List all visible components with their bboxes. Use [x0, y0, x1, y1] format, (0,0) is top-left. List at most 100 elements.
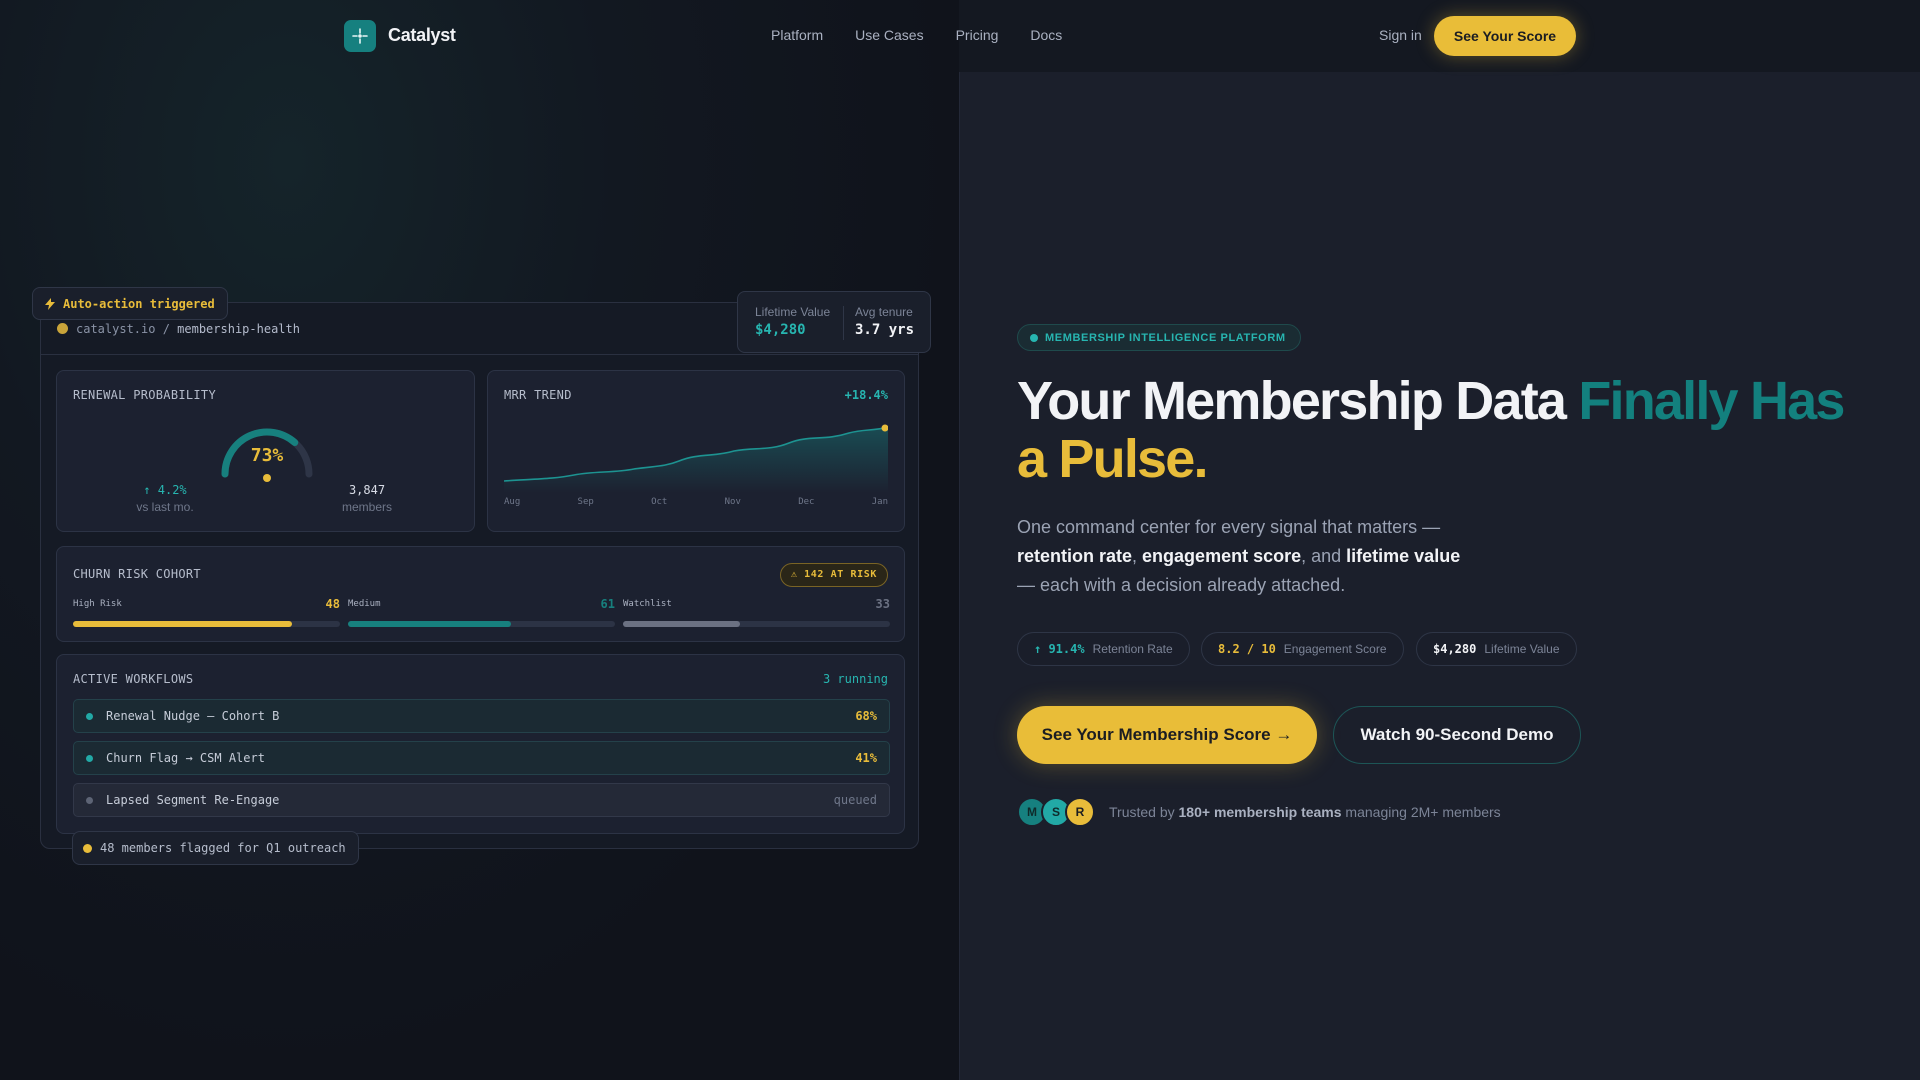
workflows-running: 3 running [822, 672, 888, 686]
retention-term: retention rate [1017, 546, 1133, 566]
catalyst-logo-icon[interactable] [344, 20, 376, 52]
renewal-delta-label: vs last mo. [136, 500, 194, 514]
flagged-members-toast: 48 members flagged for Q1 outreach [72, 831, 359, 865]
subtitle-line-1: One command center for every signal that… [1017, 517, 1441, 537]
at-risk-badge[interactable]: ⚠ 142 AT RISK [779, 563, 888, 587]
badge-dot-icon [1030, 333, 1038, 342]
mrr-month-label: Jan [871, 497, 888, 507]
mrr-month-label: Aug [504, 497, 521, 507]
workflow-status-dot-icon [86, 797, 93, 804]
see-membership-score-button[interactable]: See Your Membership Score → [1017, 706, 1317, 764]
trusted-post: managing 2M+ members [1341, 804, 1501, 820]
nav-links: Platform Use Cases Pricing Docs [771, 27, 1062, 43]
workflow-status: queued [833, 793, 877, 807]
headline-part-1: Your Membership Data [1017, 371, 1579, 431]
trusted-bold: 180+ membership teams [1178, 804, 1342, 820]
trusted-pre: Trusted by [1109, 804, 1179, 820]
segment-fill [348, 621, 511, 627]
tenure-value: 3.7 yrs [855, 322, 915, 338]
divider [843, 306, 844, 340]
breadcrumb-host: catalyst.io / [76, 321, 178, 336]
stat-lifetime-label: Lifetime Value [1484, 642, 1560, 656]
status-dot-icon [57, 323, 68, 334]
subtitle-sep-2: , and [1301, 546, 1347, 566]
workflow-row[interactable]: Lapsed Segment Re-Engage queued [73, 783, 890, 817]
nav-link-use-cases[interactable]: Use Cases [855, 27, 923, 43]
trusted-by-text: Trusted by 180+ membership teams managin… [1109, 804, 1501, 820]
active-workflows-card: ACTIVE WORKFLOWS 3 running Renewal Nudge… [56, 654, 905, 834]
churn-title: CHURN RISK COHORT [73, 567, 201, 581]
mrr-month-label: Oct [651, 497, 668, 507]
see-your-score-button[interactable]: See Your Score [1434, 16, 1576, 56]
segment-track [623, 621, 890, 627]
segment-count: 33 [875, 597, 890, 611]
mrr-month-label: Nov [724, 497, 741, 507]
gauge-marker [263, 474, 271, 482]
auto-action-label: Auto-action triggered [63, 296, 215, 311]
sign-in-link[interactable]: Sign in [1379, 27, 1422, 43]
segment-count: 61 [600, 597, 615, 611]
renewal-members: 3,847 [348, 483, 386, 497]
flag-dot-icon [83, 843, 92, 853]
badge-label: MEMBERSHIP INTELLIGENCE PLATFORM [1045, 331, 1286, 344]
stat-pill-retention: ↑ 91.4% Retention Rate [1017, 632, 1190, 666]
stat-retention-label: Retention Rate [1092, 642, 1173, 656]
segment-label: Watchlist [623, 599, 672, 609]
lifetime-value-card: Lifetime Value $4,280 Avg tenure 3.7 yrs [737, 291, 931, 353]
renewal-title: RENEWAL PROBABILITY [73, 388, 216, 402]
workflow-row[interactable]: Renewal Nudge — Cohort B 68% [73, 699, 890, 733]
dashboard-preview: catalyst.io / membership-health RENEWAL … [40, 302, 919, 849]
nav-link-pricing[interactable]: Pricing [956, 27, 999, 43]
workflow-name: Renewal Nudge — Cohort B [106, 709, 280, 723]
lightning-icon [45, 297, 55, 310]
headline-part-2: Finally Has [1578, 371, 1845, 431]
mrr-title: MRR TREND [504, 388, 572, 402]
renewal-probability-card: RENEWAL PROBABILITY 73% ↑ 4.2% vs last m… [56, 370, 475, 532]
engagement-term: engagement score [1142, 546, 1302, 566]
lifetime-value: $4,280 [755, 322, 806, 338]
mrr-month-label: Dec [798, 497, 815, 507]
top-nav: Catalyst Platform Use Cases Pricing Docs… [0, 0, 1920, 72]
platform-badge: MEMBERSHIP INTELLIGENCE PLATFORM [1017, 324, 1301, 351]
nav-link-docs[interactable]: Docs [1030, 27, 1062, 43]
mrr-sparkline [504, 424, 888, 493]
segment-label: Medium [348, 599, 381, 609]
churn-segment: Medium 61 [348, 597, 615, 627]
renewal-percent: 73% [250, 445, 284, 466]
mrr-trend-card: MRR TREND +18.4% Aug Sep Oct Nov Dec Jan [487, 370, 905, 532]
segment-count: 48 [325, 597, 340, 611]
churn-segment: Watchlist 33 [623, 597, 890, 627]
stat-engagement-value: 8.2 / 10 [1218, 642, 1276, 656]
workflow-row[interactable]: Churn Flag → CSM Alert 41% [73, 741, 890, 775]
brand-name[interactable]: Catalyst [388, 25, 456, 46]
hero-headline: Your Membership Data Finally Has a Pulse… [1017, 372, 1887, 488]
auto-action-toast: Auto-action triggered [32, 287, 228, 320]
headline-part-3: a Pulse. [1017, 429, 1209, 489]
churn-risk-card: CHURN RISK COHORT ⚠ 142 AT RISK High Ris… [56, 546, 905, 642]
mrr-month-label: Sep [577, 497, 594, 507]
subtitle-sep-1: , [1132, 546, 1143, 566]
segment-label: High Risk [73, 599, 122, 609]
workflow-status-dot-icon [86, 713, 93, 720]
lifetime-label: Lifetime Value [755, 305, 831, 319]
subtitle-line-3: — each with a decision already attached. [1017, 575, 1346, 595]
workflow-status: 68% [855, 709, 877, 723]
avatar: R [1065, 797, 1095, 827]
workflow-status: 41% [855, 751, 877, 765]
stat-pill-lifetime: $4,280 Lifetime Value [1416, 632, 1577, 666]
nav-link-platform[interactable]: Platform [771, 27, 823, 43]
breadcrumb-page: membership-health [177, 321, 300, 336]
lifetime-term: lifetime value [1346, 546, 1461, 566]
segment-fill [73, 621, 292, 627]
segment-track [348, 621, 615, 627]
churn-segments: High Risk 48 Medium 61 Watchlist 33 [73, 597, 890, 627]
tenure-label: Avg tenure [855, 305, 913, 319]
mrr-month-axis: Aug Sep Oct Nov Dec Jan [504, 497, 888, 507]
renewal-delta: ↑ 4.2% [143, 483, 187, 497]
watch-demo-button[interactable]: Watch 90-Second Demo [1333, 706, 1581, 764]
workflow-name: Churn Flag → CSM Alert [106, 751, 265, 765]
mrr-change: +18.4% [844, 388, 888, 402]
workflows-title: ACTIVE WORKFLOWS [73, 672, 194, 686]
renewal-members-label: members [341, 500, 392, 514]
workflow-status-dot-icon [86, 755, 93, 762]
